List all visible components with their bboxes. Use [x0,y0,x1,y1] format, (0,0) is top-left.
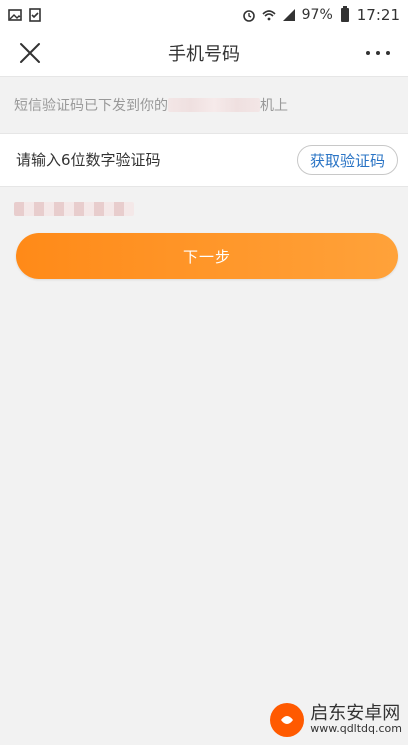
next-step-button[interactable]: 下一步 [16,233,398,279]
close-icon [20,43,40,63]
watermark-subtitle: www.qdltdq.com [310,722,402,735]
image-icon [8,9,22,21]
masked-info-row [0,187,408,231]
nav-bar: 手机号码 [0,30,408,77]
get-code-button[interactable]: 获取验证码 [296,145,398,175]
sms-info-text-before: 短信验证码已下发到你的 [14,98,168,114]
verification-code-input[interactable] [14,150,258,170]
status-left [8,8,42,22]
watermark-text: 启东安卓网 www.qdltdq.com [310,705,402,735]
sms-info-text-after: 机上 [260,98,288,114]
clock-time: 17:21 [356,6,400,24]
verification-code-row: 获取验证码 [0,134,408,187]
alarm-icon [242,10,255,22]
close-button[interactable] [12,35,48,71]
battery-percent: 97% [301,7,333,23]
signal-icon [282,9,295,21]
page-title: 手机号码 [168,44,240,65]
more-button[interactable] [360,35,396,71]
check-icon [29,8,41,22]
status-bar: 97% 17:21 [0,0,408,30]
masked-phone-number [168,98,260,112]
watermark: 启东安卓网 www.qdltdq.com [270,703,402,737]
watermark-title: 启东安卓网 [310,703,401,724]
battery-icon [340,6,349,22]
sms-sent-info: 短信验证码已下发到你的 机上 [0,77,408,134]
status-right: 97% 17:21 [242,6,400,24]
more-icon [366,51,390,55]
watermark-logo-icon [270,703,305,737]
wifi-icon [262,10,276,21]
masked-text [14,202,134,216]
